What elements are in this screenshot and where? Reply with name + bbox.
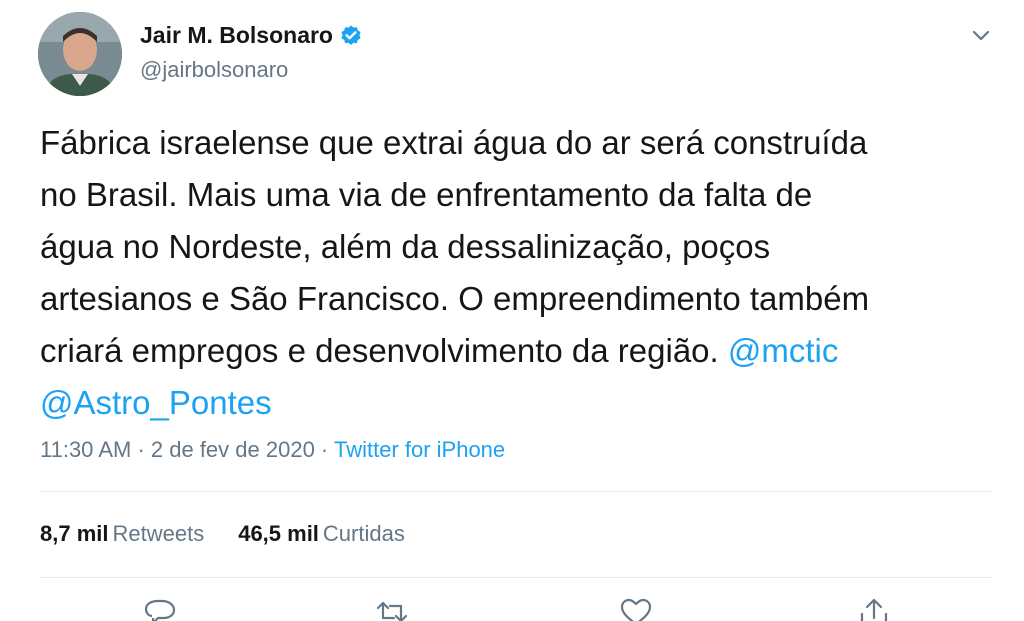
retweet-icon[interactable] <box>374 598 410 621</box>
author-display-name[interactable]: Jair M. Bolsonaro <box>140 22 333 49</box>
likes-label: Curtidas <box>322 521 405 546</box>
tweet-date[interactable]: 2 de fev de 2020 <box>151 437 315 462</box>
divider <box>40 491 992 492</box>
tweet-text-line-with-mention: criará empregos e desenvolvimento da reg… <box>40 325 1000 377</box>
mention-link-mctic[interactable]: @mctic <box>728 332 839 369</box>
author-handle[interactable]: @jairbolsonaro <box>140 57 288 83</box>
retweets-count: 8,7 mil <box>40 521 109 546</box>
tweet-stats: 8,7 mil Retweets 46,5 mil Curtidas <box>40 521 405 547</box>
share-icon[interactable] <box>856 598 892 621</box>
chevron-down-icon[interactable] <box>968 22 994 48</box>
tweet-source-link[interactable]: Twitter for iPhone <box>334 437 505 462</box>
tweet-text-segment: criará empregos e desenvolvimento da reg… <box>40 332 728 369</box>
tweet-meta: 11:30 AM · 2 de fev de 2020 · Twitter fo… <box>40 437 505 463</box>
tweet-text-line: Fábrica israelense que extrai água do ar… <box>40 124 868 161</box>
verified-badge-icon <box>339 24 363 48</box>
tweet-text-line: água no Nordeste, além da dessalinização… <box>40 228 771 265</box>
tweet-text-line-mention: @Astro_Pontes <box>40 377 1000 429</box>
reply-icon[interactable] <box>142 598 178 621</box>
tweet-text-line: artesianos e São Francisco. O empreendim… <box>40 280 870 317</box>
retweets-label: Retweets <box>112 521 205 546</box>
likes-stat[interactable]: 46,5 mil Curtidas <box>238 521 405 547</box>
divider <box>40 577 992 578</box>
tweet-time[interactable]: 11:30 AM <box>40 437 131 462</box>
mention-link-astro-pontes[interactable]: @Astro_Pontes <box>40 384 272 421</box>
meta-separator: · <box>314 437 334 462</box>
avatar[interactable] <box>38 12 122 96</box>
tweet-actions <box>0 598 1024 621</box>
author-name-row: Jair M. Bolsonaro <box>140 22 363 49</box>
tweet-text: Fábrica israelense que extrai água do ar… <box>40 117 1000 429</box>
tweet-text-line: no Brasil. Mais uma via de enfrentamento… <box>40 176 813 213</box>
meta-separator: · <box>131 437 151 462</box>
retweets-stat[interactable]: 8,7 mil Retweets <box>40 521 204 547</box>
likes-count: 46,5 mil <box>238 521 319 546</box>
tweet-card: Jair M. Bolsonaro @jairbolsonaro Fábrica… <box>0 0 1024 621</box>
heart-icon[interactable] <box>618 598 654 621</box>
